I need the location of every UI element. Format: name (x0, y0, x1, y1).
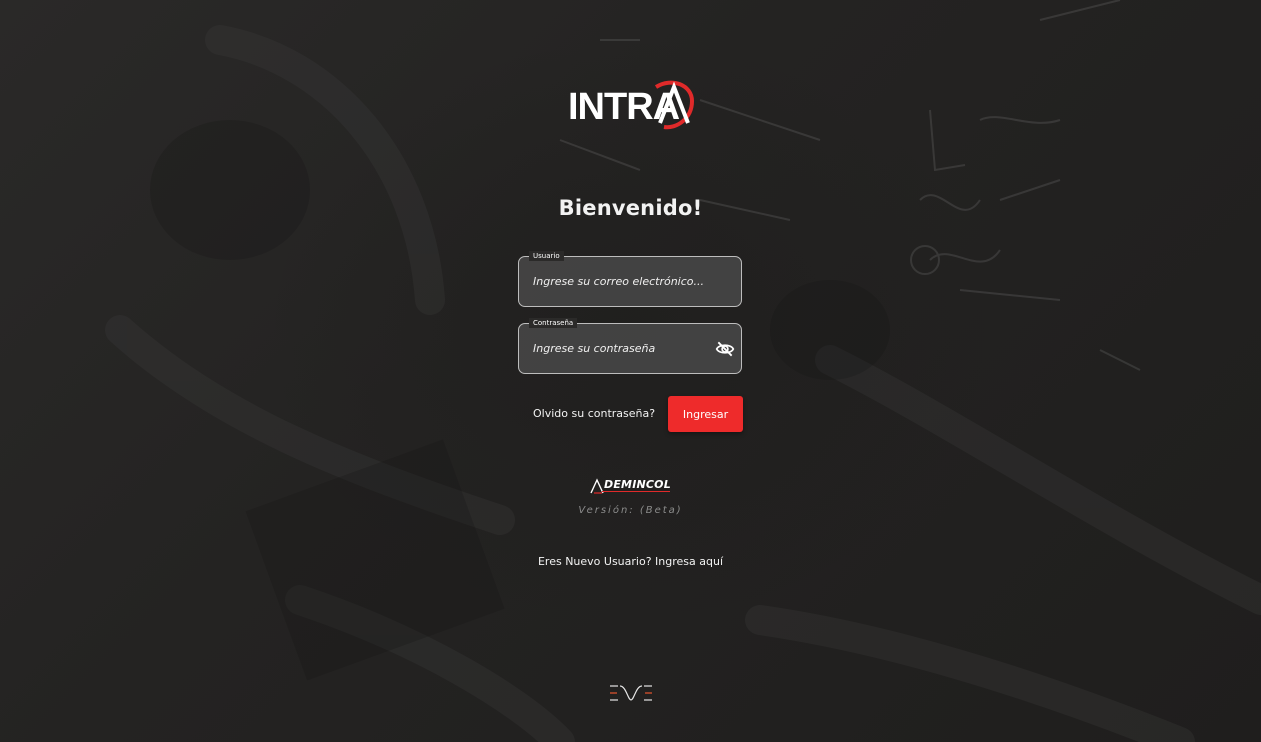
dve-logo-icon (610, 685, 652, 701)
login-panel: INTRA Bienvenido! Usuario Contraseña Olv… (0, 0, 1261, 742)
intra-logo: INTRA (568, 80, 694, 130)
register-link[interactable]: Eres Nuevo Usuario? Ingresa aquí (0, 555, 1261, 568)
password-input[interactable] (533, 338, 713, 358)
company-underline (602, 491, 670, 492)
company-name: DEMINCOL (604, 478, 671, 491)
username-label: Usuario (529, 251, 564, 261)
version-text: Versión: (Beta) (578, 505, 683, 516)
login-button[interactable]: Ingresar (668, 396, 743, 432)
logo-text: INTRA (568, 86, 680, 128)
username-field[interactable]: Usuario (518, 251, 742, 307)
password-label: Contraseña (529, 318, 578, 328)
password-field[interactable]: Contraseña (518, 318, 742, 374)
eye-off-icon[interactable] (715, 339, 735, 359)
username-input[interactable] (533, 271, 713, 291)
login-screen: INTRA Bienvenido! Usuario Contraseña Olv… (0, 0, 1261, 742)
forgot-password-link[interactable]: Olvido su contraseña? (533, 407, 655, 420)
page-title: Bienvenido! (558, 196, 703, 220)
